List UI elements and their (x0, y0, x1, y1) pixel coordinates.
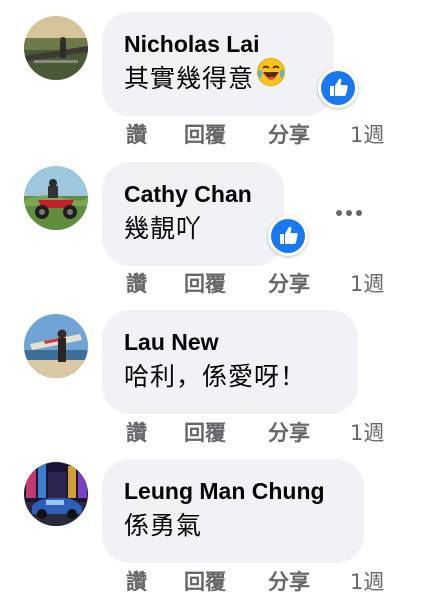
comment-timestamp[interactable]: 1週 (350, 419, 384, 447)
dot (336, 210, 342, 216)
comment-author[interactable]: Leung Man Chung (124, 477, 342, 505)
comment-bubble: Leung Man Chung 係勇氣 (102, 459, 364, 563)
comment-author[interactable]: Nicholas Lai (124, 30, 312, 58)
reply-action[interactable]: 回覆 (184, 270, 226, 298)
like-action[interactable]: 讚 (126, 121, 147, 149)
share-action[interactable]: 分享 (268, 419, 310, 447)
comment-body: 其實幾得意 (124, 64, 255, 93)
like-action[interactable]: 讚 (126, 270, 147, 298)
comment-timestamp[interactable]: 1週 (350, 270, 384, 298)
reply-action[interactable]: 回覆 (184, 121, 226, 149)
share-action[interactable]: 分享 (268, 568, 310, 596)
dot (356, 210, 362, 216)
comment-author[interactable]: Cathy Chan (124, 180, 262, 208)
comment-text: 係勇氣 (124, 511, 203, 540)
avatar[interactable] (24, 462, 88, 526)
comment-bubble: Lau New 哈利，係愛呀！ (102, 310, 358, 414)
more-options-icon[interactable] (334, 203, 364, 223)
comment-author[interactable]: Lau New (124, 328, 336, 356)
share-action[interactable]: 分享 (268, 121, 310, 149)
comment-timestamp[interactable]: 1週 (350, 568, 384, 596)
like-action[interactable]: 讚 (126, 568, 147, 596)
avatar[interactable] (24, 166, 88, 230)
like-action[interactable]: 讚 (126, 419, 147, 447)
dot (346, 210, 352, 216)
like-reaction-badge[interactable] (268, 216, 308, 256)
comment-text: 其實幾得意 (124, 58, 312, 97)
thumbs-up-icon (321, 71, 355, 105)
comment-timestamp[interactable]: 1週 (350, 121, 384, 149)
comment-text: 幾靚吖 (124, 214, 203, 243)
like-reaction-badge[interactable] (318, 68, 358, 108)
comment-text: 哈利，係愛呀！ (124, 362, 307, 391)
avatar[interactable] (24, 314, 88, 378)
comment-bubble: Cathy Chan 幾靚吖 (102, 162, 284, 266)
reply-action[interactable]: 回覆 (184, 419, 226, 447)
avatar[interactable] (24, 16, 88, 80)
share-action[interactable]: 分享 (268, 270, 310, 298)
comment-bubble: Nicholas Lai 其實幾得意 (102, 12, 334, 116)
laughing-emoji-icon (256, 57, 286, 97)
thumbs-up-icon (271, 219, 305, 253)
reply-action[interactable]: 回覆 (184, 568, 226, 596)
